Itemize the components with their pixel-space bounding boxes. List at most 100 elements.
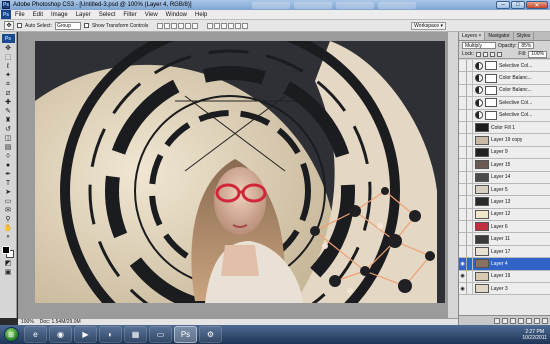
menu-view[interactable]: View (141, 12, 162, 18)
fill-input[interactable]: 100% (528, 50, 547, 58)
visibility-eye-icon[interactable] (459, 121, 467, 134)
layer-row[interactable]: ◉ Layer 3 (459, 283, 550, 296)
taskbar-app-button[interactable]: ▭ (149, 326, 172, 343)
layer-row[interactable]: Layer 14 (459, 171, 550, 184)
add-mask-icon[interactable] (510, 317, 516, 324)
brush-tool-icon[interactable]: ✎ (3, 108, 14, 116)
foreground-color-swatch[interactable] (1, 246, 10, 254)
adjustment-layer-icon[interactable] (518, 317, 524, 324)
layer-row[interactable]: Selective Col... (459, 109, 550, 122)
magic-wand-tool-icon[interactable]: ✦ (3, 72, 14, 80)
layer-row[interactable]: Color Fill 1 (459, 121, 550, 135)
lasso-tool-icon[interactable]: ℓ (3, 63, 14, 71)
layer-row[interactable]: Layer 17 (459, 245, 550, 259)
healing-brush-tool-icon[interactable]: ✚ (3, 99, 14, 107)
start-button[interactable]: ⊞ (0, 325, 22, 344)
layer-link-cell[interactable] (467, 97, 473, 109)
new-layer-icon[interactable] (534, 317, 540, 324)
distribute-right-icon[interactable] (242, 22, 249, 29)
layer-row[interactable]: Selective Col... (459, 97, 550, 110)
layer-thumbnail[interactable] (475, 209, 489, 219)
align-right-icon[interactable] (192, 22, 199, 29)
document-canvas[interactable] (35, 41, 445, 303)
shape-tool-icon[interactable]: ▭ (3, 198, 14, 206)
blur-tool-icon[interactable]: ◊ (3, 153, 14, 161)
visibility-eye-icon[interactable] (459, 60, 467, 72)
layer-link-cell[interactable] (467, 109, 473, 121)
layer-style-icon[interactable] (502, 317, 508, 324)
new-group-icon[interactable] (526, 317, 532, 324)
lock-position-icon[interactable] (489, 51, 495, 57)
layer-link-cell[interactable] (467, 258, 473, 270)
layer-row[interactable]: Layer 9 (459, 146, 550, 160)
layer-row[interactable]: Layer 6 (459, 221, 550, 234)
visibility-eye-icon[interactable] (459, 208, 467, 221)
layer-thumbnail[interactable] (475, 135, 489, 145)
taskbar-app-button[interactable]: Ps (174, 326, 197, 343)
layer-mask-thumbnail[interactable] (485, 61, 497, 71)
layer-row[interactable]: ◉ Layer 4 (459, 258, 550, 271)
menu-filter[interactable]: Filter (119, 12, 140, 18)
layer-link-cell[interactable] (467, 196, 473, 208)
opacity-input[interactable]: 85% (518, 42, 535, 49)
layer-mask-thumbnail[interactable] (485, 98, 497, 108)
visibility-eye-icon[interactable]: ◉ (459, 283, 467, 295)
layer-thumbnail[interactable] (475, 234, 489, 244)
menu-file[interactable]: File (11, 12, 29, 18)
crop-tool-icon[interactable]: ⌗ (3, 81, 14, 89)
type-tool-icon[interactable]: T (3, 180, 14, 188)
tab-layers[interactable]: Layers × (459, 32, 486, 40)
slice-tool-icon[interactable]: ⧄ (3, 90, 14, 98)
taskbar-app-button[interactable]: ▦ (124, 326, 147, 343)
delete-layer-icon[interactable] (542, 317, 548, 324)
screen-mode-icon[interactable]: ▣ (3, 269, 14, 277)
align-center-icon[interactable] (185, 22, 192, 29)
tab-navigator[interactable]: Navigator (485, 32, 514, 40)
pen-tool-icon[interactable]: ✒ (3, 171, 14, 179)
layer-row[interactable]: ◉ Layer 19 (459, 270, 550, 284)
history-brush-tool-icon[interactable]: ↺ (3, 126, 14, 134)
blend-mode-select[interactable]: Multiply (462, 42, 496, 49)
layer-link-cell[interactable] (467, 270, 473, 283)
zoom-tool-icon[interactable]: ⚬ (3, 234, 14, 242)
layer-link-cell[interactable] (467, 171, 473, 183)
layer-row[interactable]: Layer 13 (459, 196, 550, 209)
layer-link-cell[interactable] (467, 233, 473, 245)
move-tool-preset-icon[interactable]: ✥ (4, 21, 14, 30)
layer-link-cell[interactable] (467, 159, 473, 171)
visibility-eye-icon[interactable] (459, 196, 467, 208)
layer-link-cell[interactable] (467, 221, 473, 233)
visibility-eye-icon[interactable] (459, 84, 467, 97)
layer-link-cell[interactable] (467, 121, 473, 134)
panel-dock-strip[interactable] (447, 32, 458, 318)
taskbar-app-button[interactable]: ▶ (74, 326, 97, 343)
visibility-eye-icon[interactable]: ◉ (459, 270, 467, 283)
align-middle-icon[interactable] (164, 22, 171, 29)
hand-tool-icon[interactable]: ✋ (3, 225, 14, 233)
layer-row[interactable]: Layer 12 (459, 208, 550, 222)
taskbar-app-button[interactable]: ⚙ (199, 326, 222, 343)
layer-link-cell[interactable] (467, 245, 473, 258)
tab-styles[interactable]: Styles (514, 32, 535, 40)
maximize-button[interactable]: □ (511, 1, 525, 9)
layer-mask-thumbnail[interactable] (485, 85, 497, 95)
layer-row[interactable]: Selective Col... (459, 60, 550, 73)
visibility-eye-icon[interactable] (459, 171, 467, 183)
workspace-menu[interactable]: Workspace ▾ (411, 22, 446, 30)
layer-thumbnail[interactable] (475, 284, 489, 294)
layer-row[interactable]: Color Balanc... (459, 72, 550, 85)
auto-select-checkbox[interactable] (17, 23, 22, 28)
layer-mask-thumbnail[interactable] (485, 110, 497, 120)
clock[interactable]: 2:27 PM 10/22/2011 (522, 329, 547, 341)
distribute-left-icon[interactable] (228, 22, 235, 29)
visibility-eye-icon[interactable] (459, 97, 467, 109)
move-tool-icon[interactable]: ✥ (3, 45, 14, 53)
taskbar-app-button[interactable]: ◉ (49, 326, 72, 343)
distribute-center-icon[interactable] (235, 22, 242, 29)
distribute-bottom-icon[interactable] (221, 22, 228, 29)
visibility-eye-icon[interactable] (459, 134, 467, 146)
canvas-area[interactable] (18, 32, 458, 318)
clone-stamp-tool-icon[interactable]: ♜ (3, 117, 14, 125)
taskbar-app-button[interactable]: e (24, 326, 47, 343)
layer-link-cell[interactable] (467, 84, 473, 97)
